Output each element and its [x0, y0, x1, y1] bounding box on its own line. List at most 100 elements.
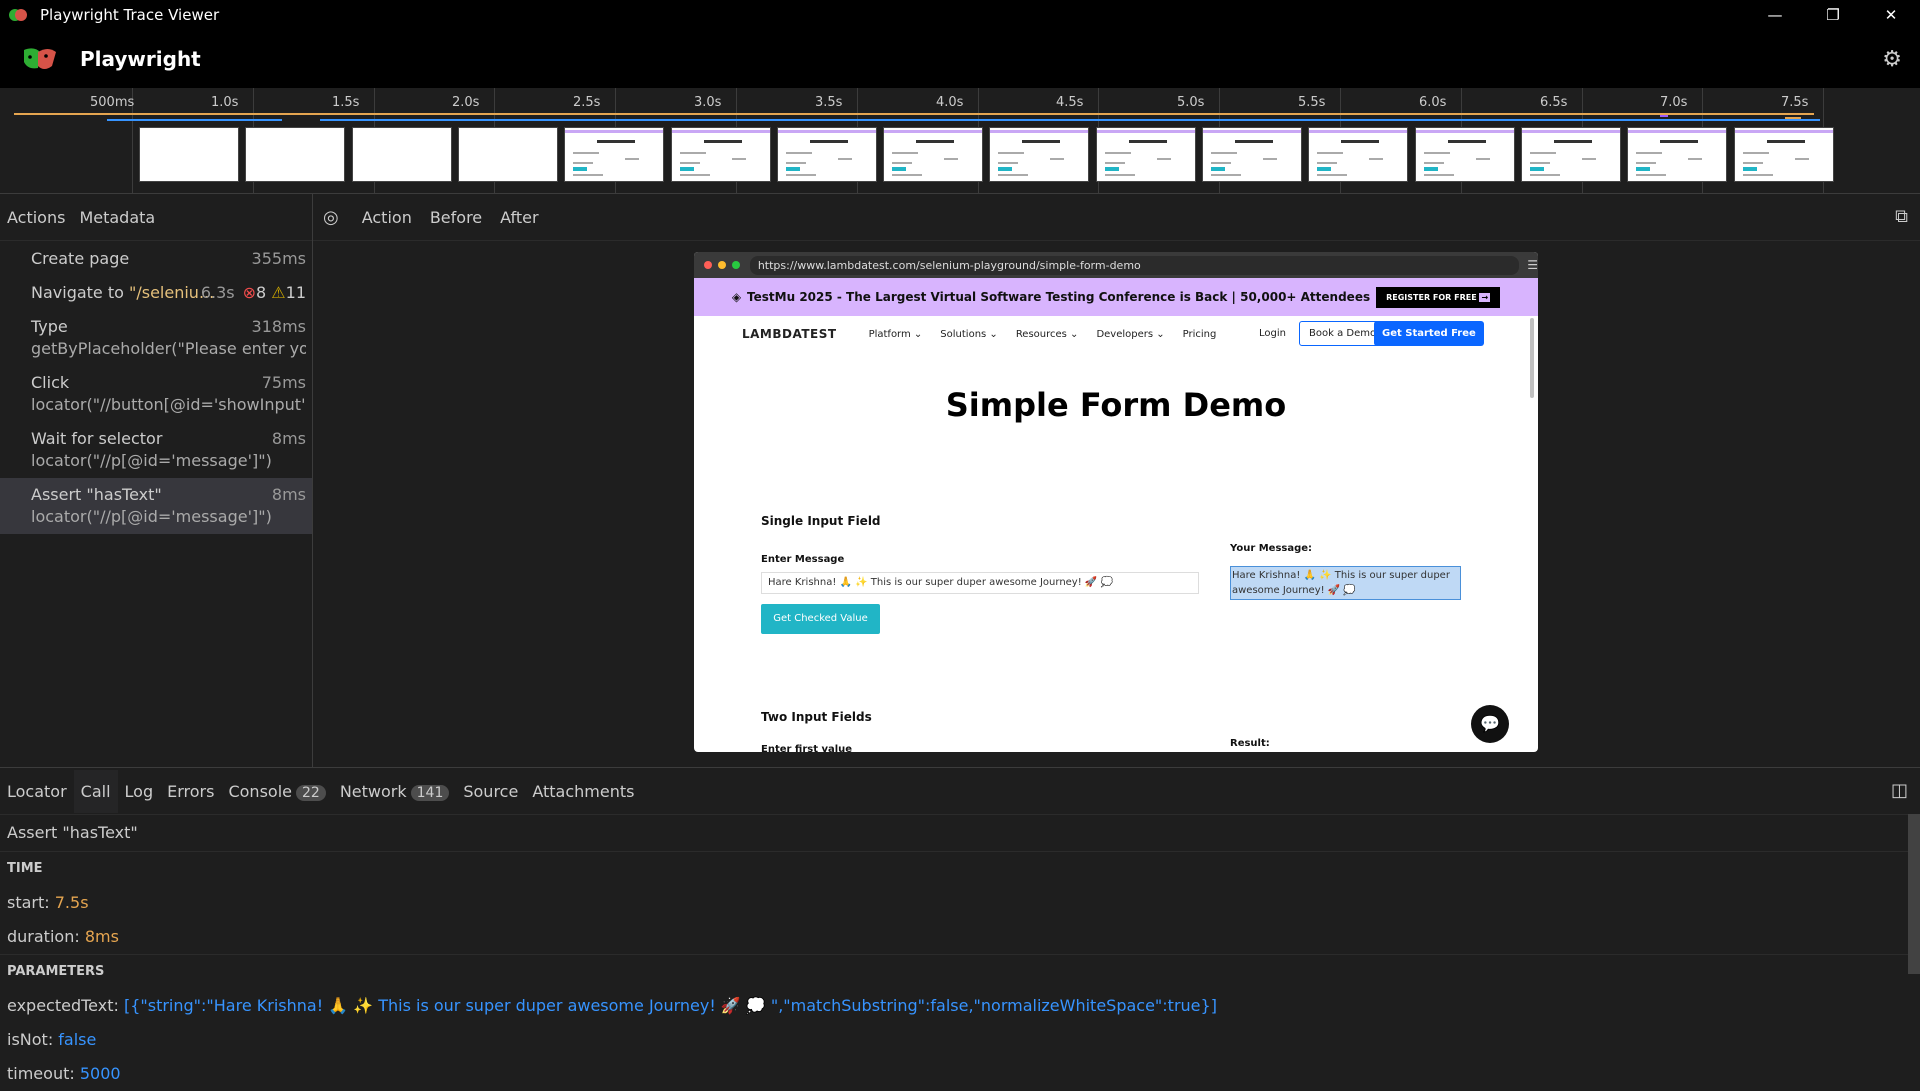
action-duration: 355ms	[251, 249, 306, 268]
tab-attachments[interactable]: Attachments	[525, 782, 641, 801]
action-duration: 318ms	[251, 317, 306, 336]
timeline-thumbnail[interactable]	[139, 127, 239, 182]
timeline-tick-label: 5.5s	[1298, 95, 1326, 110]
action-duration: 75ms	[261, 373, 306, 392]
banner-logo-icon: ◈	[731, 290, 742, 304]
isnot-value: false	[58, 1030, 97, 1049]
timeline-thumbnail[interactable]	[671, 127, 771, 182]
timeline-bar	[1785, 117, 1801, 119]
timeline-tick-label: 7.0s	[1660, 95, 1688, 110]
warning-icon: ⚠	[271, 283, 286, 302]
expected-text-key: expectedText:	[7, 996, 119, 1015]
timeline-thumbnail[interactable]	[352, 127, 452, 182]
nav-resources[interactable]: Resources ⌄	[1016, 329, 1079, 340]
timeline-thumbnail[interactable]	[1308, 127, 1408, 182]
message-input[interactable]: Hare Krishna! 🙏 ✨ This is our super dupe…	[761, 572, 1199, 594]
timeline-thumbnail[interactable]	[1521, 127, 1621, 182]
gear-icon[interactable]: ⚙	[1882, 47, 1902, 72]
details-scrollbar[interactable]	[1908, 814, 1920, 974]
action-item-create-page[interactable]: Create page 355ms	[0, 242, 312, 276]
warning-count: 11	[285, 283, 306, 302]
chat-icon[interactable]: 💬	[1471, 705, 1509, 743]
duration-key: duration:	[7, 927, 80, 946]
snapshot-scrollbar[interactable]	[1530, 318, 1534, 398]
action-item-wait-for-selector[interactable]: Wait for selector locator("//p[@id='mess…	[0, 422, 312, 478]
start-row: start: 7.5s	[7, 886, 1920, 920]
action-locator: locator("//p[@id='message']")	[31, 507, 272, 526]
window-titlebar: Playwright Trace Viewer — ❐ ✕	[0, 0, 1920, 29]
network-count: 141	[410, 784, 450, 801]
get-checked-value-button[interactable]: Get Checked Value	[761, 604, 880, 634]
minimize-button[interactable]: —	[1746, 0, 1804, 29]
tab-actions[interactable]: Actions	[0, 208, 72, 227]
timeline-tick-label: 1.5s	[332, 95, 360, 110]
call-title: Assert "hasText"	[7, 823, 138, 842]
restore-button[interactable]: ❐	[1804, 0, 1862, 29]
menu-icon: ☰	[1527, 258, 1538, 272]
timeline-tick-label: 6.5s	[1540, 95, 1568, 110]
tab-after[interactable]: After	[491, 208, 547, 227]
action-duration: 6.3s	[200, 283, 235, 302]
action-item-assert-hastext[interactable]: Assert "hasText" locator("//p[@id='messa…	[0, 478, 312, 534]
sidebar-toggle-icon[interactable]: ◫	[1891, 780, 1908, 801]
timeline-thumbnail[interactable]	[777, 127, 877, 182]
timeline-thumbnail[interactable]	[458, 127, 558, 182]
timeline-tick-label: 5.0s	[1177, 95, 1205, 110]
action-locator: getByPlaceholder("Please enter your ...	[31, 339, 306, 358]
timeline-tick-label: 3.0s	[694, 95, 722, 110]
open-external-icon[interactable]: ⧉	[1895, 206, 1908, 227]
tab-network[interactable]: Network 141	[333, 782, 457, 801]
action-duration: 8ms	[271, 429, 306, 448]
login-link[interactable]: Login	[1259, 328, 1286, 339]
action-item-type[interactable]: Type getByPlaceholder("Please enter your…	[0, 310, 312, 366]
timeline-thumbnail[interactable]	[1202, 127, 1302, 182]
page-heading: Simple Form Demo	[945, 386, 1287, 424]
timeline-thumbnail[interactable]	[564, 127, 664, 182]
timeline-thumbnail[interactable]	[1734, 127, 1834, 182]
timeline-thumbnail[interactable]	[989, 127, 1089, 182]
register-button[interactable]: REGISTER FOR FREE →	[1376, 286, 1501, 308]
action-title: Assert "hasText"	[31, 485, 162, 504]
timeline-tick-label: 500ms	[90, 95, 135, 110]
tab-errors[interactable]: Errors	[160, 782, 221, 801]
timeline[interactable]: 500ms 1.0s 1.5s 2.0s 2.5s 3.0s 3.5s 4.0s 4.5s 5.0…	[0, 88, 1920, 194]
nav-pricing[interactable]: Pricing	[1183, 329, 1217, 340]
nav-developers[interactable]: Developers ⌄	[1096, 329, 1164, 340]
action-item-click[interactable]: Click locator("//button[@id='showInput']…	[0, 366, 312, 422]
pick-locator-icon[interactable]: ◎	[323, 207, 339, 228]
timeline-thumbnail[interactable]	[1415, 127, 1515, 182]
close-button[interactable]: ✕	[1862, 0, 1920, 29]
timeline-thumbnail[interactable]	[1096, 127, 1196, 182]
nav-platform[interactable]: Platform ⌄	[869, 329, 923, 340]
nav-solutions[interactable]: Solutions ⌄	[940, 329, 998, 340]
tab-metadata[interactable]: Metadata	[72, 208, 162, 227]
banner-text: TestMu 2025 - The Largest Virtual Softwa…	[747, 290, 1371, 304]
tab-action[interactable]: Action	[353, 208, 421, 227]
tab-locator[interactable]: Locator	[0, 782, 74, 801]
console-count: 22	[295, 784, 326, 801]
timeline-thumbnail[interactable]	[1627, 127, 1727, 182]
tab-log[interactable]: Log	[118, 782, 161, 801]
tab-source[interactable]: Source	[456, 782, 525, 801]
action-item-navigate[interactable]: Navigate to "/seleniu... 6.3s ⊗8 ⚠11	[0, 276, 312, 310]
playwright-logo-icon	[24, 47, 56, 69]
register-label: REGISTER FOR FREE	[1386, 292, 1477, 302]
actions-pane: Actions Metadata Create page 355ms Navig…	[0, 194, 313, 767]
tab-call[interactable]: Call	[73, 769, 118, 813]
window-title: Playwright Trace Viewer	[40, 5, 220, 24]
timeline-thumbnail[interactable]	[245, 127, 345, 182]
tab-console[interactable]: Console 22	[221, 782, 332, 801]
promo-banner: ◈ TestMu 2025 - The Largest Virtual Soft…	[694, 278, 1538, 316]
timeline-thumbnail[interactable]	[883, 127, 983, 182]
enter-first-value-label: Enter first value	[761, 744, 853, 752]
two-input-title: Two Input Fields	[761, 710, 872, 724]
timeout-key: timeout:	[7, 1064, 75, 1083]
get-started-button[interactable]: Get Started Free	[1374, 321, 1484, 346]
result-label: Result:	[1230, 738, 1270, 749]
snapshot-browser: https://www.lambdatest.com/selenium-play…	[694, 252, 1538, 752]
expected-text-row: expectedText: [{"string":"Hare Krishna! …	[7, 989, 1920, 1023]
duration-row: duration: 8ms	[7, 920, 1920, 954]
action-locator: locator("//p[@id='message']")	[31, 451, 272, 470]
tab-before[interactable]: Before	[421, 208, 491, 227]
action-title: Wait for selector	[31, 429, 163, 448]
